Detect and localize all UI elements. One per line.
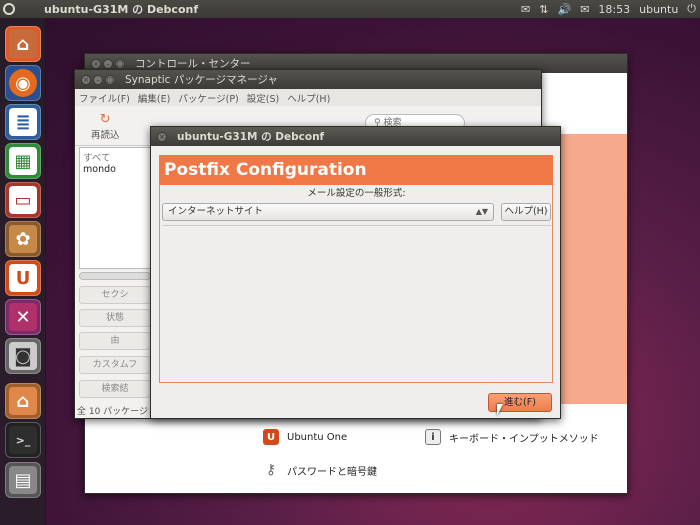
workspaces-icon[interactable]: ▤: [5, 462, 41, 498]
maximize-icon[interactable]: □: [115, 58, 125, 69]
keyboard-input-item[interactable]: i キーボード・インプットメソッド: [425, 429, 599, 445]
system-icon[interactable]: ⌂: [5, 383, 41, 419]
ubuntu-one-icon[interactable]: U: [5, 260, 41, 296]
impress-icon[interactable]: ▭: [5, 182, 41, 218]
reload-label: 再読込: [91, 130, 120, 141]
top-panel: ubuntu-G31M の Debconf ✉ ⇅ 🔊 ✉ 18:53 ubun…: [0, 0, 700, 18]
origin-button[interactable]: 由: [79, 332, 151, 350]
ubuntu-software-icon[interactable]: ✿: [5, 221, 41, 257]
close-icon[interactable]: ×: [157, 131, 167, 142]
ubuntu-one-item[interactable]: U Ubuntu One: [263, 429, 347, 445]
help-button[interactable]: ヘルプ(H): [501, 203, 551, 221]
dialog-header: Postfix Configuration: [159, 155, 553, 185]
power-icon[interactable]: ⏻: [687, 2, 696, 16]
reload-icon: ↻: [99, 112, 111, 127]
calc-icon[interactable]: ▦: [5, 143, 41, 179]
menu-settings[interactable]: 設定(S): [247, 91, 279, 105]
description-area: [162, 225, 551, 382]
sections-button[interactable]: セクシ: [79, 286, 151, 304]
minimize-icon[interactable]: –: [103, 58, 113, 69]
menu-file[interactable]: ファイル(F): [79, 91, 130, 105]
keyboard-input-label: キーボード・インプットメソッド: [449, 433, 599, 445]
chevron-updown-icon: ▲▼: [475, 207, 488, 216]
network-indicator-icon[interactable]: ⇅: [539, 3, 548, 16]
synaptic-title: Synaptic パッケージマネージャ: [125, 74, 278, 86]
menu-edit[interactable]: 編集(E): [138, 91, 170, 105]
search-results-button[interactable]: 検索結: [79, 380, 151, 398]
user-menu[interactable]: ubuntu: [639, 3, 678, 16]
reload-button[interactable]: ↻ 再読込: [91, 112, 120, 141]
synaptic-titlebar[interactable]: × – □ Synaptic パッケージマネージャ: [75, 70, 541, 89]
filter-list: すべて mondo: [79, 147, 151, 269]
active-window-title: ubuntu-G31M の Debconf: [44, 3, 199, 16]
screenshot-icon[interactable]: ◙: [5, 338, 41, 374]
list-item[interactable]: mondo: [83, 164, 147, 178]
close-icon[interactable]: ×: [91, 58, 101, 69]
volume-indicator-icon[interactable]: 🔊: [557, 3, 571, 16]
key-icon: ⚷: [265, 462, 277, 478]
info-icon: i: [425, 429, 441, 445]
question-prompt: メール設定の一般形式:: [307, 188, 406, 199]
passwords-item[interactable]: ⚷ パスワードと暗号鍵: [263, 462, 377, 478]
maximize-icon[interactable]: □: [105, 74, 115, 85]
home-folder-icon[interactable]: ⌂: [5, 26, 41, 62]
mouse-cursor-icon: [497, 404, 509, 416]
mail-indicator-icon[interactable]: ✉: [521, 3, 530, 16]
launcher: ⌂ ◉ ≣ ▦ ▭ ✿ U ✕ ◙ ⌂ >_ ▤: [0, 18, 46, 525]
writer-icon[interactable]: ≣: [5, 104, 41, 140]
ubuntu-one-label: Ubuntu One: [287, 431, 348, 443]
passwords-label: パスワードと暗号鍵: [287, 466, 377, 478]
minimize-icon[interactable]: –: [93, 74, 103, 85]
horizontal-scrollbar[interactable]: [79, 272, 151, 280]
debconf-titlebar[interactable]: × ubuntu-G31M の Debconf: [151, 127, 560, 146]
indicator-area: ✉ ⇅ 🔊 ✉ 18:53 ubuntu ⏻: [521, 0, 696, 18]
menu-package[interactable]: パッケージ(P): [178, 91, 238, 105]
status-bar: 全 10 パッケージ: [77, 407, 148, 417]
mail-config-select[interactable]: インターネットサイト ▲▼: [162, 203, 494, 221]
custom-filters-button[interactable]: カスタムフ: [79, 356, 151, 374]
close-icon[interactable]: ×: [81, 74, 91, 85]
selected-value: インターネットサイト: [168, 206, 264, 217]
firefox-icon[interactable]: ◉: [5, 65, 41, 101]
menu-help[interactable]: ヘルプ(H): [287, 91, 330, 105]
clock[interactable]: 18:53: [598, 3, 630, 16]
debconf-window: × ubuntu-G31M の Debconf Postfix Configur…: [150, 126, 561, 419]
terminal-icon[interactable]: >_: [5, 422, 41, 458]
ubuntu-logo-icon[interactable]: [0, 0, 18, 18]
messaging-indicator-icon[interactable]: ✉: [580, 3, 589, 16]
debconf-title: ubuntu-G31M の Debconf: [177, 131, 325, 143]
list-item[interactable]: すべて: [83, 150, 147, 164]
ubuntu-one-icon: U: [263, 429, 279, 445]
category-highlight: [555, 134, 627, 404]
status-button[interactable]: 状態: [79, 309, 151, 327]
synaptic-menubar: ファイル(F) 編集(E) パッケージ(P) 設定(S) ヘルプ(H): [75, 89, 541, 106]
settings-icon[interactable]: ✕: [5, 299, 41, 335]
